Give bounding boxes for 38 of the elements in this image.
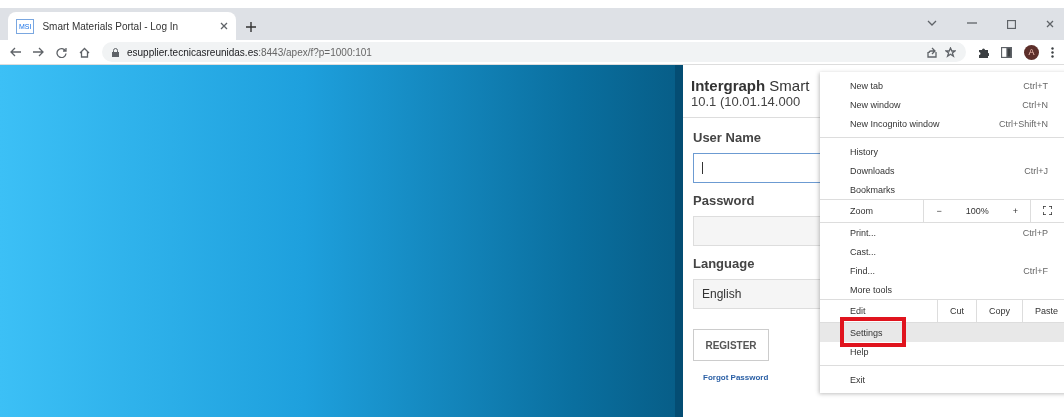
reload-icon[interactable] <box>56 46 67 58</box>
menu-item[interactable]: Settings <box>820 323 1064 342</box>
share-icon[interactable] <box>926 46 937 58</box>
star-icon[interactable] <box>945 46 956 58</box>
product-title: Intergraph Smart <box>691 77 810 94</box>
menu-item[interactable]: Print... Ctrl+P <box>820 223 1064 242</box>
menu-item[interactable]: Downloads Ctrl+J <box>820 161 1064 180</box>
menu-item[interactable]: History <box>820 142 1064 161</box>
lock-icon <box>112 47 119 57</box>
forward-icon[interactable] <box>33 47 44 57</box>
back-icon[interactable] <box>10 47 21 57</box>
menu-item[interactable]: Bookmarks <box>820 180 1064 199</box>
maximize-icon[interactable] <box>1007 19 1016 29</box>
field-label: Password <box>693 193 755 208</box>
menu-item[interactable]: New window Ctrl+N <box>820 95 1064 114</box>
fullscreen-icon <box>1043 205 1052 215</box>
menu-item[interactable]: New Incognito window Ctrl+Shift+N <box>820 114 1064 133</box>
puzzle-icon[interactable] <box>978 46 989 58</box>
close-icon[interactable] <box>1046 19 1054 28</box>
zoom-label: Zoom <box>849 205 874 218</box>
close-icon[interactable] <box>220 22 228 30</box>
menu-item[interactable]: New tab Ctrl+T <box>820 76 1064 95</box>
menu-item[interactable]: Help <box>820 342 1064 361</box>
menu-icon[interactable] <box>1051 46 1054 58</box>
menu-item[interactable]: Cast... <box>820 242 1064 261</box>
profile-avatar[interactable]: A <box>1024 44 1039 60</box>
home-icon[interactable] <box>79 46 90 58</box>
chevron-down-icon[interactable] <box>927 19 937 26</box>
register-button[interactable]: REGISTER <box>693 329 769 361</box>
address-bar[interactable]: esupplier.tecnicasreunidas.es:8443/apex/f?p=1000:101 <box>102 42 966 62</box>
menu-item[interactable]: Find... Ctrl+F <box>820 261 1064 280</box>
new-tab-icon[interactable] <box>246 22 256 32</box>
field-label: Language <box>693 256 755 271</box>
side-panel-icon[interactable] <box>1001 46 1012 58</box>
text-cursor <box>702 162 703 174</box>
field-label: User Name <box>693 130 761 145</box>
version-text: 10.1 (10.01.14.000 <box>691 94 801 109</box>
menu-item[interactable]: Exit <box>820 370 1064 389</box>
